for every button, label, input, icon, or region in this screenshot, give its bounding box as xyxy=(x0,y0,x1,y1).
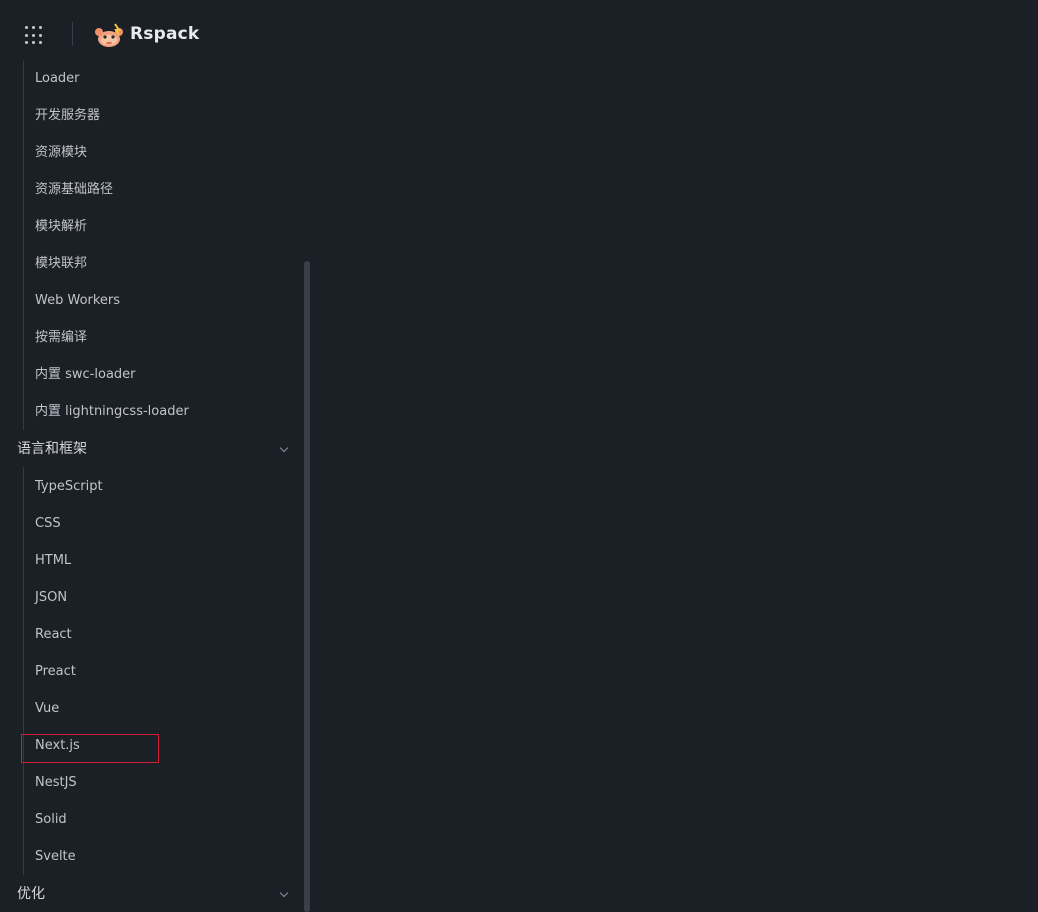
chevron-down-icon[interactable] xyxy=(279,443,289,453)
sidebar-tree-line xyxy=(23,60,24,430)
sidebar-item-dev-server[interactable]: 开发服务器 xyxy=(35,97,100,134)
sidebar-item-module-federation[interactable]: 模块联邦 xyxy=(35,245,87,282)
sidebar-nav: Loader 开发服务器 资源模块 资源基础路径 模块解析 模块联邦 Web W… xyxy=(0,60,300,912)
chevron-down-icon[interactable] xyxy=(279,888,289,898)
sidebar-group-optimization[interactable]: 优化 xyxy=(17,876,297,912)
sidebar-item-vue[interactable]: Vue xyxy=(35,690,59,727)
header-divider xyxy=(72,22,73,46)
sidebar-item-lazy-compilation[interactable]: 按需编译 xyxy=(35,319,87,356)
page: Rspack Loader 开发服务器 资源模块 资源基础路径 模块解析 模块联… xyxy=(0,0,1038,912)
target-highlight-box xyxy=(21,734,159,763)
sidebar-tree-line xyxy=(23,467,24,875)
group-label: 优化 xyxy=(17,886,45,902)
sidebar-item-asset-modules[interactable]: 资源模块 xyxy=(35,134,87,171)
sidebar-item-svelte[interactable]: Svelte xyxy=(35,838,76,875)
sidebar-item-preact[interactable]: Preact xyxy=(35,653,76,690)
sidebar-item-solid[interactable]: Solid xyxy=(35,801,67,838)
sidebar-item-react[interactable]: React xyxy=(35,616,72,653)
sidebar-item-css[interactable]: CSS xyxy=(35,505,61,542)
sidebar-item-loader[interactable]: Loader xyxy=(35,60,80,97)
sidebar-item-swc-loader[interactable]: 内置 swc-loader xyxy=(35,356,136,393)
sidebar-item-json[interactable]: JSON xyxy=(35,579,67,616)
sidebar-scrollbar[interactable] xyxy=(304,261,310,912)
group-label: 语言和框架 xyxy=(17,441,87,457)
sidebar-item-lightningcss-loader[interactable]: 内置 lightningcss-loader xyxy=(35,393,189,430)
brand-title[interactable]: Rspack xyxy=(130,24,199,44)
rspack-logo-icon[interactable] xyxy=(93,22,125,50)
sidebar-item-asset-base-path[interactable]: 资源基础路径 xyxy=(35,171,113,208)
sidebar-item-nestjs[interactable]: NestJS xyxy=(35,764,77,801)
sidebar-item-html[interactable]: HTML xyxy=(35,542,71,579)
apps-grid-icon[interactable] xyxy=(25,26,45,46)
sidebar-item-typescript[interactable]: TypeScript xyxy=(35,468,103,505)
sidebar-group-languages-frameworks[interactable]: 语言和框架 xyxy=(17,431,297,468)
sidebar-item-module-resolution[interactable]: 模块解析 xyxy=(35,208,87,245)
sidebar-item-web-workers[interactable]: Web Workers xyxy=(35,282,120,319)
